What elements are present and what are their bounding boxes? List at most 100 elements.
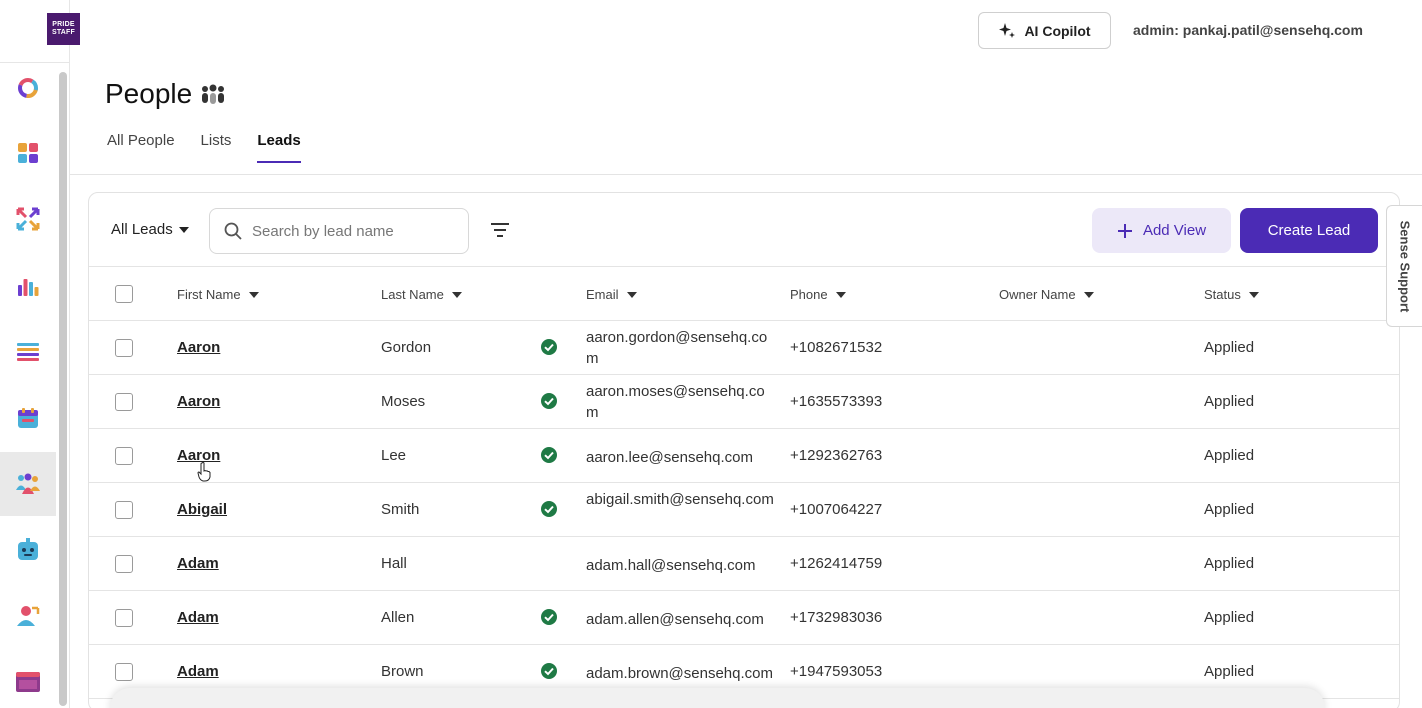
phone-cell: +1947593053 <box>790 663 883 680</box>
plus-icon <box>1117 223 1132 238</box>
phone-cell: +1262414759 <box>790 555 883 572</box>
table-row[interactable]: Adam Allen adam.allen@sensehq.com +17329830… <box>89 591 1399 645</box>
sort-caret-icon <box>248 291 259 298</box>
sidebar-item-apps[interactable] <box>0 121 56 185</box>
first-name-link[interactable]: Aaron <box>177 339 220 356</box>
rail-scrollbar[interactable] <box>59 72 67 706</box>
sidebar-item-pages[interactable] <box>0 650 56 708</box>
last-name-cell: Allen <box>381 609 415 626</box>
ai-copilot-label: AI Copilot <box>1024 22 1091 39</box>
filter-lines-icon <box>491 223 509 237</box>
last-name-cell: Moses <box>381 393 426 410</box>
people-tabs: All People Lists Leads <box>107 132 301 163</box>
sort-caret-icon <box>626 291 637 298</box>
column-phone[interactable]: Phone <box>790 287 846 302</box>
table-row[interactable]: Aaron Moses aaron.moses@sensehq.com +163557… <box>89 375 1399 429</box>
bar-chart-icon <box>18 279 39 296</box>
sidebar-item-workflows[interactable] <box>0 187 56 251</box>
tab-lists[interactable]: Lists <box>201 132 232 163</box>
header-divider <box>70 174 1422 175</box>
pride-staff-logo[interactable]: PRIDE STAFF <box>47 13 80 45</box>
column-first-name[interactable]: First Name <box>177 287 259 302</box>
first-name-link[interactable]: Aaron <box>177 393 220 410</box>
page-title: People <box>105 78 226 110</box>
people-group-icon <box>202 84 225 104</box>
column-owner-name[interactable]: Owner Name <box>999 287 1094 302</box>
verified-check-icon <box>541 339 557 355</box>
verified-check-icon <box>541 609 557 625</box>
admin-account-label[interactable]: admin: pankaj.patil@sensehq.com <box>1133 22 1363 38</box>
leads-card: All Leads Add View Create Lead <box>88 192 1400 708</box>
column-last-name[interactable]: Last Name <box>381 287 462 302</box>
phone-cell: +1292362763 <box>790 447 883 464</box>
apps-grid-icon <box>18 143 38 163</box>
status-cell: Applied <box>1204 447 1255 464</box>
row-checkbox[interactable] <box>115 393 133 411</box>
row-checkbox[interactable] <box>115 339 133 357</box>
create-lead-button[interactable]: Create Lead <box>1240 208 1378 253</box>
last-name-cell: Lee <box>381 447 407 464</box>
sense-support-label: Sense Support <box>1397 220 1412 312</box>
table-row[interactable]: Aaron Gordon aaron.gordon@sensehq.com +1082… <box>89 321 1399 375</box>
add-view-label: Add View <box>1142 222 1207 239</box>
table-row[interactable]: Aaron Lee aaron.lee@sensehq.com +1292362763… <box>89 429 1399 483</box>
first-name-link[interactable]: Adam <box>177 609 219 626</box>
first-name-link[interactable]: Adam <box>177 555 219 572</box>
leads-toolbar: All Leads Add View Create Lead <box>89 193 1399 267</box>
select-all-checkbox[interactable] <box>115 285 133 303</box>
bottom-floating-bar <box>110 688 1325 708</box>
list-lines-icon <box>17 343 39 361</box>
view-select[interactable]: All Leads <box>111 221 189 238</box>
status-cell: Applied <box>1204 609 1255 626</box>
sidebar-item-calendar[interactable] <box>0 386 56 450</box>
phone-cell: +1007064227 <box>790 501 883 518</box>
tab-leads[interactable]: Leads <box>257 132 301 163</box>
browser-window-icon <box>16 672 40 692</box>
sort-caret-icon <box>451 291 462 298</box>
hand-pointer-icon <box>197 462 211 482</box>
tab-all-people[interactable]: All People <box>107 132 175 163</box>
sidebar-item-referrals[interactable] <box>0 584 56 648</box>
ai-copilot-button[interactable]: AI Copilot <box>978 12 1111 49</box>
add-view-button[interactable]: Add View <box>1092 208 1231 253</box>
first-name-link[interactable]: Adam <box>177 663 219 680</box>
column-email[interactable]: Email <box>586 287 637 302</box>
sidebar-item-bot[interactable] <box>0 518 56 582</box>
sidebar-item-lists[interactable] <box>0 320 56 384</box>
last-name-cell: Hall <box>381 555 407 572</box>
email-cell: adam.hall@sensehq.com <box>586 557 756 574</box>
row-checkbox[interactable] <box>115 555 133 573</box>
search-box[interactable] <box>209 208 469 254</box>
sort-caret-icon <box>835 291 846 298</box>
sidebar-item-people[interactable] <box>0 452 56 516</box>
calendar-icon <box>18 408 38 428</box>
first-name-link[interactable]: Abigail <box>177 501 227 518</box>
search-icon <box>224 222 242 240</box>
status-cell: Applied <box>1204 501 1255 518</box>
verified-check-icon <box>541 663 557 679</box>
last-name-cell: Gordon <box>381 339 432 356</box>
search-input[interactable] <box>252 222 452 240</box>
status-cell: Applied <box>1204 339 1255 356</box>
bot-icon <box>18 538 38 560</box>
table-header: First Name Last Name Email Phone Owner N… <box>89 267 1399 321</box>
row-checkbox[interactable] <box>115 609 133 627</box>
table-row[interactable]: Adam Hall adam.hall@sensehq.com +1262414759… <box>89 537 1399 591</box>
sense-support-tab[interactable]: Sense Support <box>1386 205 1422 327</box>
row-checkbox[interactable] <box>115 663 133 681</box>
verified-check-icon <box>541 393 557 409</box>
column-status[interactable]: Status <box>1204 287 1259 302</box>
page-title-text: People <box>105 78 193 109</box>
status-cell: Applied <box>1204 663 1255 680</box>
phone-cell: +1635573393 <box>790 393 883 410</box>
row-checkbox[interactable] <box>115 447 133 465</box>
email-cell: aaron.gordon@sensehq.com <box>586 329 768 367</box>
sidebar-item-dashboard[interactable] <box>0 56 56 120</box>
sidebar-item-analytics[interactable] <box>0 254 56 318</box>
verified-check-icon <box>541 447 557 463</box>
row-checkbox[interactable] <box>115 501 133 519</box>
arrows-swap-icon <box>16 207 40 231</box>
filter-button[interactable] <box>489 219 511 241</box>
user-arrow-icon <box>17 606 40 626</box>
table-row[interactable]: Abigail Smith abigail.smith@sensehq.com +10… <box>89 483 1399 537</box>
